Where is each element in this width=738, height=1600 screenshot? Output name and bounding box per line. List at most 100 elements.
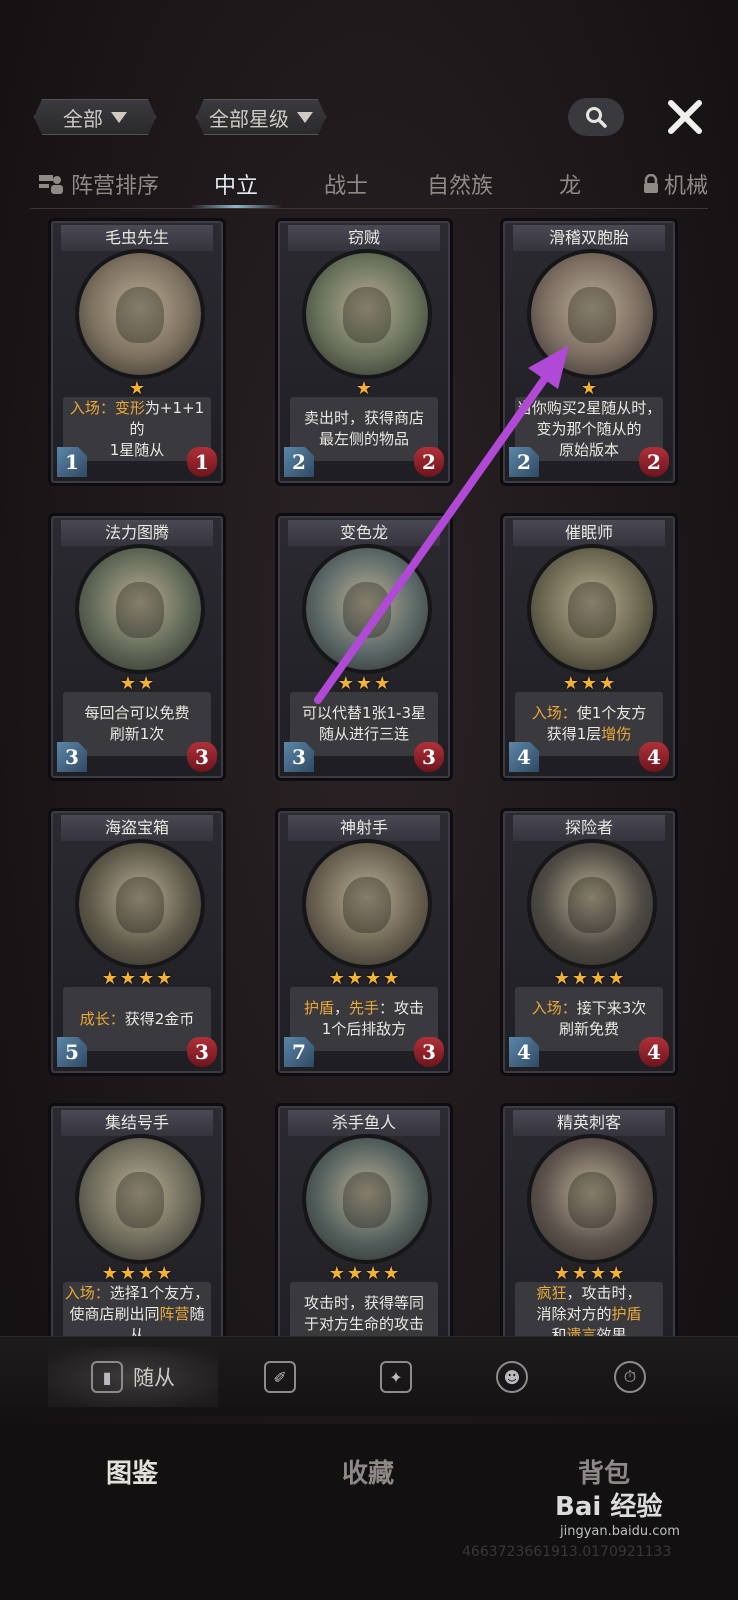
attack-badge: 2: [509, 447, 539, 477]
star-icon: ★: [119, 673, 136, 694]
description-text: 使1个友方: [576, 704, 647, 722]
star-icon: ★: [119, 1263, 136, 1284]
description-text: 消除对方的: [536, 1304, 612, 1323]
tab-faction-sort[interactable]: 阵营排序: [34, 162, 162, 206]
description-line: 成长：获得2金币: [80, 1009, 195, 1030]
description-line: 变为那个随从的: [536, 419, 641, 440]
tab-nature[interactable]: 自然族: [410, 162, 510, 206]
card-name: 变色龙: [288, 520, 440, 546]
description-text: 获得2金币: [124, 1009, 195, 1028]
faction-filter-dropdown[interactable]: 全部: [34, 99, 156, 135]
minion-cards-icon: ▮: [91, 1361, 123, 1393]
attack-badge: 4: [509, 1037, 539, 1067]
card-name: 神射手: [288, 815, 440, 841]
star-icon: ★: [590, 968, 607, 989]
minion-card[interactable]: 催眠师 ★ ★ ★ 入场：使1个友方 获得1层增伤 4 4: [500, 513, 678, 781]
description-line: 可以代替1张1-3星: [302, 703, 426, 724]
keyword-text: 入场：: [531, 999, 577, 1017]
spell-card-icon: ✐: [264, 1361, 296, 1393]
minion-card[interactable]: 变色龙 ★ ★ ★ 可以代替1张1-3星 随从进行三连 3 3: [275, 513, 453, 781]
star-icon: ★: [138, 1263, 155, 1284]
card-portrait: [302, 1134, 432, 1264]
attack-badge: 4: [509, 742, 539, 772]
card-portrait: [302, 544, 432, 674]
attack-badge: 2: [284, 447, 314, 477]
item-card-icon: ✦: [380, 1361, 412, 1393]
description-line: 入场：变形为+1+1的: [63, 398, 211, 440]
star-icon: ★: [128, 378, 146, 399]
collection-subnav: ▮ 随从 ✐ ✦ ☻ ⏱: [0, 1336, 738, 1416]
nav-collection[interactable]: 收藏: [288, 1446, 448, 1496]
minion-card[interactable]: 法力图腾 ★ ★ 每回合可以免费 刷新1次 3 3: [48, 513, 226, 781]
tab-label: 自然族: [426, 174, 493, 199]
subtab-timer[interactable]: ⏱: [600, 1347, 660, 1407]
nav-codex[interactable]: 图鉴: [52, 1446, 212, 1496]
star-icon: ★: [599, 673, 616, 694]
description-line: 入场：使1个友方: [532, 703, 647, 724]
star-icon: ★: [365, 968, 382, 989]
minion-card[interactable]: 海盗宝箱 ★ ★ ★ ★ 成长：获得2金币 5 3: [48, 808, 226, 1076]
minion-card[interactable]: 滑稽双胞胎 ★ 当你购买2星随从时， 变为那个随从的 原始版本 2 2: [500, 218, 678, 486]
minion-card[interactable]: 精英刺客 ★ ★ ★ ★ 疯狂，攻击时， 消除对方的护盾 和遗言效果: [500, 1103, 678, 1362]
close-button[interactable]: [663, 95, 707, 139]
health-badge: 3: [414, 742, 444, 772]
tab-warrior[interactable]: 战士: [300, 162, 392, 206]
keyword-text: 入场：: [69, 398, 115, 417]
attack-badge: 1: [57, 447, 87, 477]
minion-card[interactable]: 窃贼 ★ 卖出时，获得商店 最左侧的物品 2 2: [275, 218, 453, 486]
star-rating: ★ ★ ★ ★: [51, 969, 223, 989]
card-portrait: [527, 839, 657, 969]
description-line: 消除对方的护盾: [536, 1304, 641, 1325]
search-button[interactable]: [568, 98, 624, 136]
card-portrait: [302, 249, 432, 379]
lock-icon: [643, 174, 658, 193]
subtab-label: 随从: [133, 1366, 175, 1390]
tab-dragon[interactable]: 龙: [530, 162, 610, 206]
tab-mech[interactable]: 机械: [630, 162, 720, 206]
description-line: 刷新1次: [110, 724, 165, 745]
tab-neutral[interactable]: 中立: [190, 162, 282, 208]
minion-card[interactable]: 集结号手 ★ ★ ★ ★ 入场：选择1个友方， 使商店刷出同阵营随从: [48, 1103, 226, 1362]
card-portrait: [302, 839, 432, 969]
minion-card[interactable]: 神射手 ★ ★ ★ ★ 护盾，先手：攻击 1个后排敌方 7 3: [275, 808, 453, 1076]
tab-label: 战士: [323, 174, 368, 199]
card-portrait: [75, 1134, 205, 1264]
description-text: 刷新免费: [558, 1020, 619, 1038]
close-icon: [668, 100, 702, 134]
star-rating: ★: [503, 379, 675, 399]
minion-card[interactable]: 毛虫先生 ★ 入场：变形为+1+1的 1星随从 1 1: [48, 218, 226, 486]
tab-label: 阵营排序: [70, 174, 159, 199]
card-name: 杀手鱼人: [288, 1110, 440, 1136]
nav-label: 收藏: [341, 1458, 394, 1489]
star-rating: ★ ★ ★ ★: [503, 1264, 675, 1284]
minion-card[interactable]: 杀手鱼人 ★ ★ ★ ★ 攻击时，获得等同 于对方生命的攻击: [275, 1103, 453, 1362]
subtab-minions[interactable]: ▮ 随从: [48, 1347, 218, 1407]
attack-badge: 7: [284, 1037, 314, 1067]
card-name: 探险者: [513, 815, 665, 841]
description-line: 1个后排敌方: [322, 1019, 407, 1040]
subtab-heroes[interactable]: ☻: [482, 1347, 542, 1407]
subtab-items[interactable]: ✦: [366, 1347, 426, 1407]
attack-badge: 3: [284, 742, 314, 772]
description-text: 使商店刷出同: [69, 1304, 160, 1323]
minion-card[interactable]: 探险者 ★ ★ ★ ★ 入场：接下来3次 刷新免费 4 4: [500, 808, 678, 1076]
star-icon: ★: [355, 673, 373, 694]
star-filter-dropdown[interactable]: 全部星级: [196, 99, 326, 135]
star-rating: ★ ★ ★: [278, 674, 450, 694]
star-icon: ★: [156, 968, 173, 989]
star-icon: ★: [328, 1263, 345, 1284]
watermark-code: 4663723661913.0170921133: [462, 1544, 672, 1560]
bottom-navigation: 图鉴 收藏 背包 Bai 经验 jingyan.baidu.com 466372…: [0, 1424, 738, 1600]
keyword-text: 入场：: [64, 1283, 110, 1302]
star-icon: ★: [365, 1263, 382, 1284]
health-badge: 2: [639, 447, 669, 477]
health-badge: 3: [414, 1037, 444, 1067]
description-line: 随从进行三连: [319, 724, 409, 745]
card-portrait: [75, 544, 205, 674]
description-text: 选择1个友方，: [109, 1283, 210, 1302]
star-icon: ★: [337, 673, 354, 694]
subtab-spells[interactable]: ✐: [250, 1347, 310, 1407]
description-text: 最左侧的物品: [318, 430, 409, 448]
description-line: 入场：接下来3次: [532, 998, 647, 1019]
card-portrait: [527, 249, 657, 379]
